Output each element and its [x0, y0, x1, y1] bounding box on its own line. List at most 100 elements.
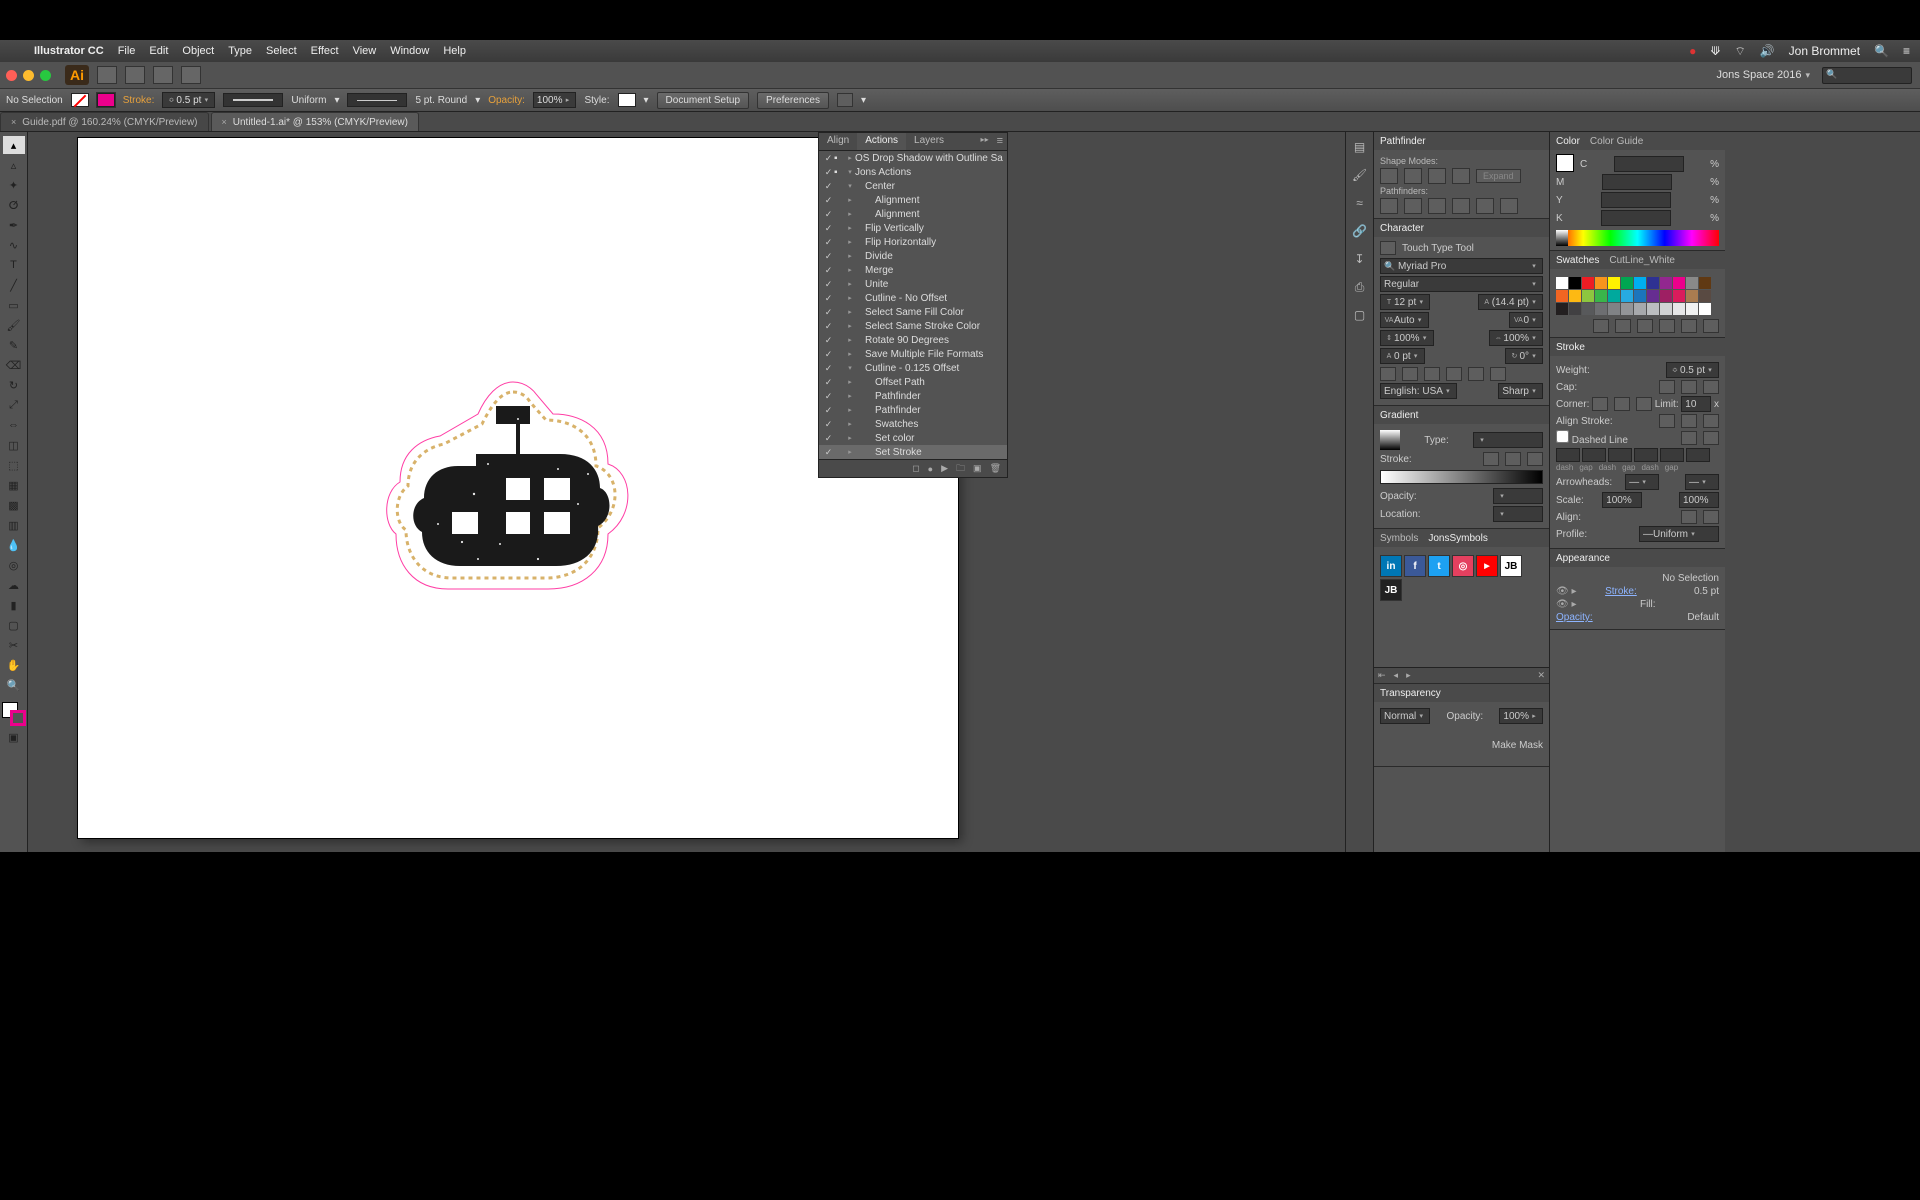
action-item[interactable]: ✓▸Divide — [819, 249, 1007, 263]
swatch[interactable] — [1660, 303, 1672, 315]
stroke-weight-field[interactable]: ≎0.5 pt▾ — [162, 92, 215, 108]
stop-location-field[interactable]: ▾ — [1493, 506, 1543, 522]
swatch[interactable] — [1647, 290, 1659, 302]
action-item[interactable]: ✓▸Save Multiple File Formats — [819, 347, 1007, 361]
panel-title[interactable]: Character — [1380, 223, 1424, 234]
panel-title[interactable]: Transparency — [1380, 688, 1441, 699]
libraries-icon[interactable]: ▤ — [1351, 140, 1369, 158]
menu-type[interactable]: Type — [228, 45, 252, 57]
merge-button[interactable] — [1428, 198, 1446, 214]
tool-slice[interactable]: ✂ — [3, 636, 25, 654]
action-item[interactable]: ✓▸Pathfinder — [819, 403, 1007, 417]
graphic-style-swatch[interactable] — [618, 93, 636, 107]
chevron-down-icon[interactable]: ▾ — [644, 95, 649, 106]
arrow-align-2[interactable] — [1703, 510, 1719, 524]
antialias-field[interactable]: Sharp▾ — [1498, 383, 1543, 399]
gap1[interactable] — [1582, 448, 1606, 462]
grad-stroke-3[interactable] — [1527, 452, 1543, 466]
yellow-field[interactable] — [1601, 192, 1671, 208]
gradient-type-field[interactable]: ▾ — [1473, 432, 1543, 448]
panel-collapse-icon[interactable]: ▸▸ — [977, 133, 993, 150]
unite-button[interactable] — [1380, 168, 1398, 184]
symbol-jb-light[interactable]: JB — [1500, 555, 1522, 577]
swatch[interactable] — [1634, 303, 1646, 315]
corner-round[interactable] — [1614, 397, 1630, 411]
new-swatch-icon[interactable] — [1681, 319, 1697, 333]
tool-pen[interactable]: ✒ — [3, 216, 25, 234]
language-field[interactable]: English: USA▾ — [1380, 383, 1457, 399]
document-setup-button[interactable]: Document Setup — [657, 92, 750, 109]
bridge-button[interactable] — [153, 66, 173, 84]
tab-layers[interactable]: Layers — [906, 133, 952, 150]
arrow-end[interactable]: —▾ — [1685, 474, 1719, 490]
superscript-button[interactable] — [1424, 367, 1440, 381]
arrow-scale-start[interactable]: 100% — [1602, 492, 1642, 508]
menu-effect[interactable]: Effect — [311, 45, 339, 57]
fill-swatch[interactable] — [71, 93, 89, 107]
swatch[interactable] — [1569, 277, 1581, 289]
swatch[interactable] — [1582, 277, 1594, 289]
menu-object[interactable]: Object — [182, 45, 214, 57]
color-spectrum[interactable] — [1556, 230, 1719, 246]
menu-select[interactable]: Select — [266, 45, 297, 57]
tool-rectangle[interactable]: ▭ — [3, 296, 25, 314]
tool-width[interactable]: ⇔ — [3, 416, 25, 434]
swatch[interactable] — [1686, 277, 1698, 289]
links-icon[interactable]: 🔗 — [1351, 224, 1369, 242]
symbol-twitter[interactable]: t — [1428, 555, 1450, 577]
swatch[interactable] — [1673, 303, 1685, 315]
swatch[interactable] — [1582, 303, 1594, 315]
stock-button[interactable] — [181, 66, 201, 84]
dropbox-icon[interactable]: ⟱ — [1710, 44, 1720, 58]
css-icon[interactable]: ⎙ — [1351, 280, 1369, 298]
swatch[interactable] — [1673, 277, 1685, 289]
dashed-line-checkbox[interactable]: Dashed Line — [1556, 430, 1628, 446]
swatch[interactable] — [1634, 290, 1646, 302]
symbol-facebook[interactable]: f — [1404, 555, 1426, 577]
action-item[interactable]: ✓▸Flip Vertically — [819, 221, 1007, 235]
delete-swatch-icon[interactable] — [1703, 319, 1719, 333]
action-item[interactable]: ✓▸Set Stroke — [819, 445, 1007, 459]
stroke-icon[interactable]: ≈ — [1351, 196, 1369, 214]
menu-file[interactable]: File — [118, 45, 136, 57]
stop-opacity-field[interactable]: ▾ — [1493, 488, 1543, 504]
action-item[interactable]: ✓▸Pathfinder — [819, 389, 1007, 403]
color-fill-stroke[interactable] — [1556, 154, 1574, 172]
tool-selection[interactable]: ▴ — [3, 136, 25, 154]
action-item[interactable]: ✓▾Center — [819, 179, 1007, 193]
new-set-icon[interactable]: 🗀 — [956, 461, 965, 477]
small-caps-button[interactable] — [1402, 367, 1418, 381]
swatch[interactable] — [1686, 303, 1698, 315]
tool-zoom[interactable]: 🔍 — [3, 676, 25, 694]
gpu-preview-button[interactable] — [125, 66, 145, 84]
swatch-libraries-icon[interactable] — [1593, 319, 1609, 333]
panel-title[interactable]: Gradient — [1380, 410, 1418, 421]
touch-type-label[interactable]: Touch Type Tool — [1402, 243, 1474, 254]
grad-stroke-2[interactable] — [1505, 452, 1521, 466]
black-field[interactable] — [1601, 210, 1671, 226]
gap3[interactable] — [1686, 448, 1710, 462]
user-name[interactable]: Jon Brommet — [1789, 44, 1860, 58]
swatch[interactable] — [1569, 303, 1581, 315]
swatch[interactable] — [1699, 290, 1711, 302]
swatch[interactable] — [1647, 303, 1659, 315]
appearance-stroke-row[interactable]: 👁 ▸ Stroke: 0.5 pt — [1556, 586, 1719, 597]
action-item[interactable]: ✓▸Alignment — [819, 193, 1007, 207]
subscript-button[interactable] — [1446, 367, 1462, 381]
gap2[interactable] — [1634, 448, 1658, 462]
stroke-swatch[interactable] — [97, 93, 115, 107]
tool-lasso[interactable]: ⵚ — [3, 196, 25, 214]
variable-width-profile[interactable] — [223, 93, 283, 107]
symbol-youtube[interactable]: ▶ — [1476, 555, 1498, 577]
tool-type[interactable]: T — [3, 256, 25, 274]
tab-color[interactable]: Color — [1556, 136, 1580, 147]
vscale-field[interactable]: ⇕100%▾ — [1380, 330, 1434, 346]
hscale-field[interactable]: ⇔100%▾ — [1489, 330, 1543, 346]
swatch[interactable] — [1608, 303, 1620, 315]
swatch-kind-icon[interactable] — [1615, 319, 1631, 333]
panel-menu-icon[interactable]: ≡ — [993, 133, 1007, 150]
swatch[interactable] — [1660, 277, 1672, 289]
swatch[interactable] — [1621, 277, 1633, 289]
dash2[interactable] — [1608, 448, 1632, 462]
tool-scale[interactable]: ⤢ — [3, 396, 25, 414]
